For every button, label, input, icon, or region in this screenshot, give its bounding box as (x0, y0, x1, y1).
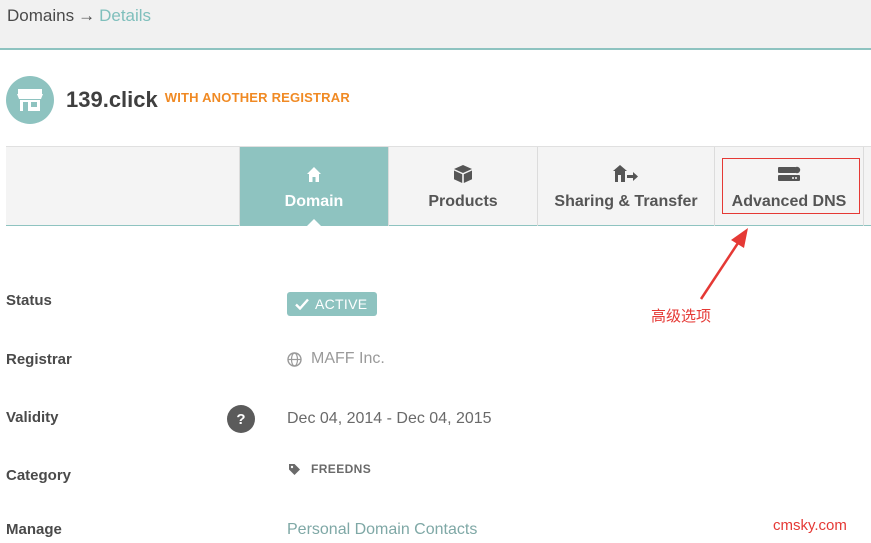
category-tag[interactable]: FREEDNS (288, 462, 371, 476)
callout-label: 高级选项 (651, 307, 712, 325)
category-value: FREEDNS (311, 462, 372, 476)
tag-icon (288, 463, 301, 476)
status-value: ACTIVE (315, 296, 368, 312)
callout-arrow (699, 228, 748, 300)
help-icon[interactable]: ? (227, 405, 255, 433)
manage-label: Manage (6, 521, 62, 538)
registrar-label: Registrar (6, 351, 72, 368)
validity-value: Dec 04, 2014 - Dec 04, 2015 (287, 410, 492, 427)
watermark: cmsky.com (773, 517, 847, 534)
validity-label: Validity (6, 409, 59, 426)
status-label: Status (6, 292, 52, 309)
personal-domain-contacts-link[interactable]: Personal Domain Contacts (287, 521, 477, 539)
check-icon (295, 298, 309, 310)
category-label: Category (6, 467, 72, 484)
globe-icon (287, 351, 302, 367)
registrar-value: MAFF Inc. (311, 350, 385, 367)
status-badge: ACTIVE (287, 292, 378, 316)
registrar-value-row: MAFF Inc. (287, 350, 385, 368)
